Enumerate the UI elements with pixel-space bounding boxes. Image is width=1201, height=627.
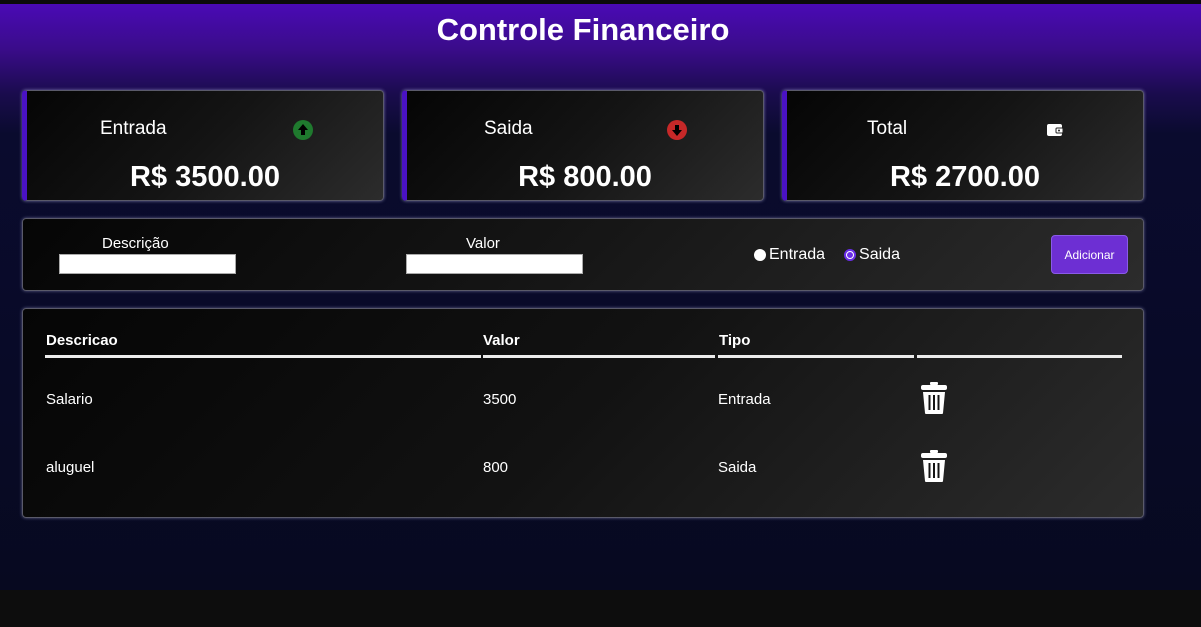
- card-saida: Saida R$ 800.00: [402, 90, 764, 201]
- radio-saida[interactable]: [844, 249, 857, 261]
- row-1-descricao: Salario: [46, 391, 93, 408]
- card-entrada-label: Entrada: [100, 118, 167, 139]
- arrow-up-circle-icon: [293, 120, 313, 140]
- column-header-descricao: Descricao: [46, 332, 118, 349]
- wallet-icon: [1045, 120, 1065, 140]
- column-header-valor: Valor: [483, 332, 520, 349]
- description-input[interactable]: [59, 254, 236, 274]
- radio-saida-label: Saida: [859, 246, 900, 263]
- bottom-bar: [0, 590, 1201, 627]
- add-button[interactable]: Adicionar: [1051, 235, 1128, 274]
- entry-form: Descrição Valor Entrada Saida Adicionar: [22, 218, 1144, 291]
- header-underline: [45, 355, 481, 358]
- header-underline: [917, 355, 1122, 358]
- page-title: Controle Financeiro: [436, 12, 730, 47]
- value-label: Valor: [466, 235, 500, 252]
- card-total: Total R$ 2700.00: [782, 90, 1144, 201]
- row-2-descricao: aluguel: [46, 459, 95, 476]
- radio-entrada-label: Entrada: [769, 246, 826, 263]
- card-total-label: Total: [867, 118, 908, 139]
- arrow-down-circle-icon: [667, 120, 687, 140]
- value-input[interactable]: [406, 254, 583, 274]
- row-2-valor: 800: [483, 459, 509, 476]
- column-header-tipo: Tipo: [719, 332, 751, 349]
- row-2-tipo: Saida: [718, 459, 757, 476]
- trash-icon[interactable]: [920, 449, 948, 483]
- transactions-table: Descricao Valor Tipo Salario 3500 Entrad…: [22, 308, 1144, 518]
- radio-entrada-option[interactable]: Entrada: [754, 246, 825, 264]
- radio-entrada[interactable]: [754, 249, 766, 261]
- description-label: Descrição: [102, 235, 169, 252]
- header-underline: [483, 355, 715, 358]
- row-1-valor: 3500: [483, 391, 517, 408]
- card-entrada-amount: R$ 3500.00: [130, 161, 280, 193]
- card-saida-label: Saida: [484, 118, 533, 139]
- card-saida-amount: R$ 800.00: [518, 161, 652, 193]
- row-1-tipo: Entrada: [718, 391, 771, 408]
- card-total-amount: R$ 2700.00: [890, 161, 1040, 193]
- radio-saida-option[interactable]: Saida: [844, 246, 900, 264]
- card-entrada: Entrada R$ 3500.00: [22, 90, 384, 201]
- trash-icon[interactable]: [920, 381, 948, 415]
- type-radio-group: Entrada Saida: [754, 246, 919, 264]
- header-underline: [718, 355, 914, 358]
